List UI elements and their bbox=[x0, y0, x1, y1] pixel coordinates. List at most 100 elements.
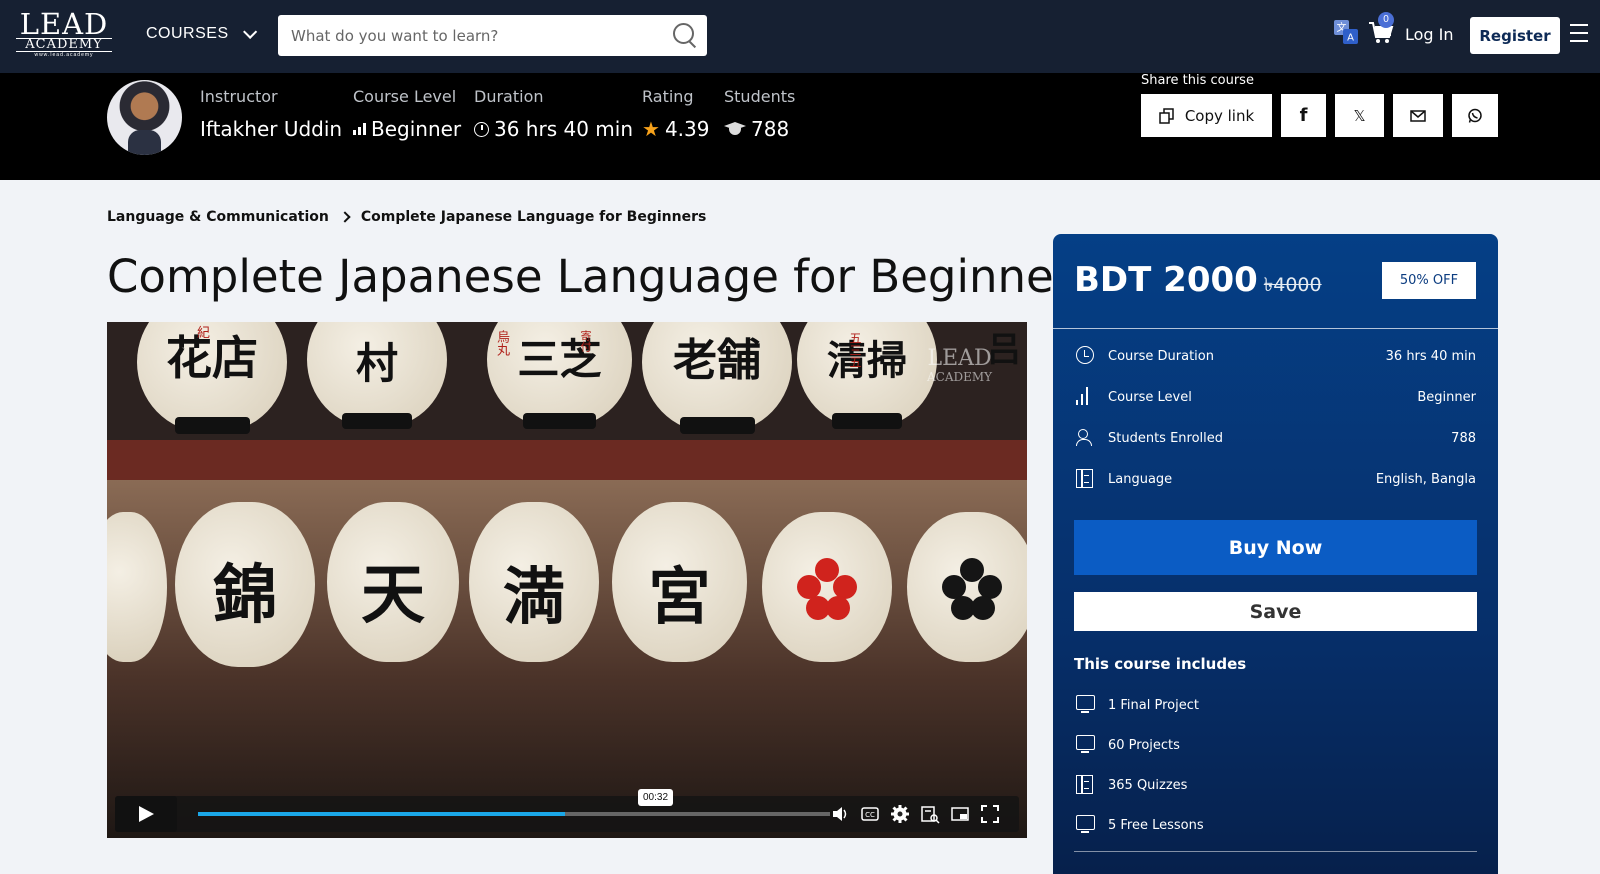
includes-divider bbox=[1074, 851, 1477, 852]
watermark-line-2: ACADEMY bbox=[927, 370, 993, 384]
price-block: BDT 2000 ৳4000 bbox=[1074, 260, 1322, 303]
document-icon bbox=[1076, 469, 1093, 488]
instructor-avatar bbox=[107, 80, 182, 155]
info-value: 788 bbox=[1451, 430, 1476, 446]
lantern-red-mark-1: 紀 bbox=[197, 326, 211, 341]
info-value: 36 hrs 40 min bbox=[1385, 348, 1476, 364]
lantern-mid-2: 天 bbox=[327, 502, 459, 662]
rating-value: 4.39 bbox=[664, 117, 710, 141]
fullscreen-icon[interactable] bbox=[980, 804, 1000, 824]
rating-block: Rating ★ 4.39 bbox=[642, 87, 709, 141]
play-button[interactable] bbox=[115, 796, 177, 832]
level-block: Course Level Beginner bbox=[353, 87, 461, 141]
info-value: Beginner bbox=[1417, 389, 1476, 405]
price-divider bbox=[1053, 328, 1498, 329]
mon-crest-black bbox=[942, 558, 1002, 620]
level-bars-icon bbox=[353, 123, 366, 135]
hamburger-menu-icon[interactable] bbox=[1570, 24, 1588, 44]
lantern-mid-1: 錦 bbox=[175, 502, 315, 667]
lantern-cap bbox=[679, 417, 755, 434]
purchase-card: BDT 2000 ৳4000 50% OFF Course Duration 3… bbox=[1053, 234, 1498, 874]
register-button[interactable]: Register bbox=[1470, 17, 1560, 54]
transcript-icon[interactable] bbox=[920, 804, 940, 824]
video-scene-beam bbox=[107, 440, 1027, 480]
discount-badge: 50% OFF bbox=[1382, 262, 1476, 299]
chevron-down-icon bbox=[242, 24, 257, 39]
svg-text:A: A bbox=[1347, 33, 1354, 44]
duration-label: Duration bbox=[474, 87, 544, 106]
time-tooltip: 00:32 bbox=[638, 789, 674, 806]
lead-academy-logo[interactable]: LEAD ACADEMY www.lead.academy bbox=[16, 10, 112, 58]
graduation-cap-icon bbox=[724, 122, 746, 136]
lantern-cap bbox=[342, 412, 412, 429]
level-label: Course Level bbox=[353, 87, 457, 106]
instructor-name[interactable]: Iftakher Uddin bbox=[200, 117, 342, 141]
includes-label: 60 Projects bbox=[1108, 737, 1180, 753]
share-x-button[interactable]: 𝕏 bbox=[1335, 94, 1384, 137]
logo-line-3: www.lead.academy bbox=[34, 52, 94, 58]
buy-now-button[interactable]: Buy Now bbox=[1074, 520, 1477, 575]
info-row-duration: Course Duration 36 hrs 40 min bbox=[1076, 346, 1476, 366]
chevron-right-icon bbox=[339, 211, 351, 223]
share-whatsapp-button[interactable] bbox=[1452, 94, 1498, 137]
rating-label: Rating bbox=[642, 87, 694, 106]
course-video-player[interactable]: 花店 村 三芝 老舗 清掃 LEAD ACADEMY 紀 烏丸 寄付 五三五 吕… bbox=[107, 322, 1027, 838]
students-block: Students 788 bbox=[724, 87, 795, 141]
share-email-button[interactable] bbox=[1393, 94, 1443, 137]
level-bars-icon bbox=[1076, 387, 1098, 405]
lantern-red-mark-2: 烏丸 bbox=[494, 330, 509, 356]
monitor-icon bbox=[1076, 815, 1095, 833]
includes-label: 5 Free Lessons bbox=[1108, 817, 1204, 833]
includes-item: 1 Final Project bbox=[1076, 695, 1476, 715]
video-progress-track[interactable]: 00:32 bbox=[198, 789, 830, 816]
lantern-kanji: 宮 bbox=[648, 560, 711, 633]
info-row-language: Language English, Bangla bbox=[1076, 469, 1476, 489]
translate-icon[interactable]: 文 A bbox=[1332, 18, 1360, 46]
info-row-level: Course Level Beginner bbox=[1076, 387, 1476, 407]
students-label: Students bbox=[724, 87, 796, 106]
save-button[interactable]: Save bbox=[1074, 592, 1477, 631]
login-link[interactable]: Log In bbox=[1405, 25, 1454, 44]
captions-icon[interactable]: CC bbox=[860, 804, 880, 824]
lantern-partial-kanji: 吕 bbox=[987, 330, 1021, 370]
search-icon[interactable] bbox=[667, 15, 707, 56]
monitor-icon bbox=[1076, 695, 1095, 713]
document-icon bbox=[1076, 775, 1093, 794]
breadcrumb: Language & Communication Complete Japane… bbox=[107, 209, 706, 225]
settings-gear-icon[interactable] bbox=[890, 804, 910, 824]
instructor-block: Instructor Iftakher Uddin bbox=[200, 87, 342, 141]
picture-in-picture-icon[interactable] bbox=[950, 804, 970, 824]
copy-link-label: Copy link bbox=[1184, 106, 1255, 125]
x-icon: 𝕏 bbox=[1353, 106, 1366, 125]
instructor-label: Instructor bbox=[200, 87, 278, 106]
info-label: Course Duration bbox=[1108, 348, 1214, 364]
video-watermark: LEAD ACADEMY bbox=[927, 348, 993, 386]
breadcrumb-category-link[interactable]: Language & Communication bbox=[107, 209, 329, 225]
star-icon: ★ bbox=[642, 117, 660, 141]
duration-block: Duration 36 hrs 40 min bbox=[474, 87, 633, 141]
courses-label: COURSES bbox=[146, 25, 229, 42]
lantern-kanji: 村 bbox=[355, 339, 398, 388]
volume-icon[interactable] bbox=[830, 804, 850, 824]
search-input[interactable] bbox=[278, 15, 667, 56]
clock-icon bbox=[1076, 346, 1094, 364]
includes-item: 365 Quizzes bbox=[1076, 775, 1476, 795]
includes-label: 1 Final Project bbox=[1108, 697, 1199, 713]
lantern-red-mark-3: 寄付 bbox=[579, 330, 592, 352]
users-icon bbox=[1076, 428, 1098, 446]
video-progress-fill bbox=[198, 812, 565, 816]
copy-link-button[interactable]: Copy link bbox=[1141, 94, 1272, 137]
lantern-red-mark-4: 五三五 bbox=[848, 332, 862, 368]
info-label: Language bbox=[1108, 471, 1173, 487]
logo-line-2: ACADEMY bbox=[16, 38, 112, 52]
courses-menu[interactable]: COURSES bbox=[146, 24, 257, 43]
breadcrumb-current: Complete Japanese Language for Beginners bbox=[360, 209, 707, 225]
search-bar bbox=[278, 15, 707, 56]
video-controls: 00:32 CC bbox=[115, 789, 1019, 832]
original-price: ৳4000 bbox=[1263, 274, 1322, 296]
logo-line-1: LEAD bbox=[19, 7, 109, 41]
lantern-mid-5-crest bbox=[762, 512, 892, 662]
svg-text:CC: CC bbox=[865, 811, 875, 819]
current-price: BDT 2000 bbox=[1074, 260, 1258, 300]
share-facebook-button[interactable]: f bbox=[1281, 94, 1326, 137]
